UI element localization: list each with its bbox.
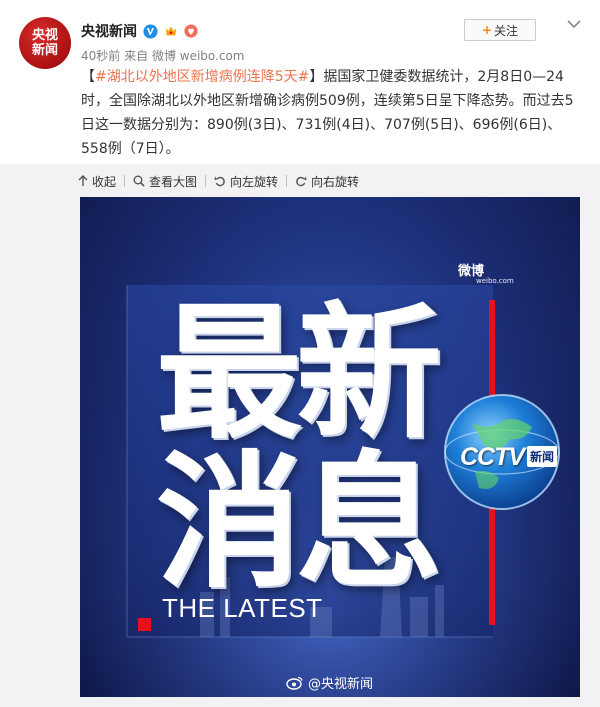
rotate-right-icon [296, 176, 307, 187]
headline-line-2: 消息 [156, 438, 442, 608]
weibo-watermark-top: 微博 weibo.com [458, 260, 514, 285]
red-accent-square [138, 618, 151, 631]
collapse-label: 收起 [92, 174, 117, 189]
avatar[interactable]: 央视 新闻 [19, 17, 71, 69]
plus-icon: + [481, 23, 493, 37]
toolbar-divider [286, 175, 288, 187]
headline-line-1: 最新 [156, 289, 442, 459]
magnifier-icon [133, 175, 145, 187]
bracket-close: 】 [309, 69, 324, 85]
cctv-logo-text: CCTV [460, 443, 525, 471]
collapse-button[interactable]: 收起 [78, 173, 116, 190]
weibo-mark-small: weibo.com [476, 277, 514, 285]
post-image[interactable]: 最新 消息 THE LATEST 微博 weibo.com CCTV 新闻 @央… [80, 197, 580, 697]
author-name[interactable]: 央视新闻 [81, 21, 137, 41]
rotate-right-label: 向右旋转 [311, 174, 360, 189]
rotate-right-button[interactable]: 向右旋转 [295, 173, 359, 190]
image-watermark: @央视新闻 [286, 673, 373, 692]
post-text: 【#湖北以外地区新增病例连降5天#】据国家卫健委数据统计，2月8日0—24时，全… [81, 65, 581, 161]
cctv-news-tag: 新闻 [527, 446, 558, 467]
author-row: 央视新闻 [81, 20, 198, 42]
toolbar-divider [124, 175, 126, 187]
watermark-text: @央视新闻 [308, 677, 374, 692]
toolbar-divider [205, 175, 207, 187]
avatar-logo-text: 央视 新闻 [31, 28, 58, 58]
weibo-eye-icon [286, 676, 303, 690]
post-source[interactable]: 微博 weibo.com [152, 49, 245, 63]
rotate-left-icon [214, 176, 225, 187]
the-latest-subtitle: THE LATEST [162, 593, 323, 623]
rotate-left-label: 向左旋转 [230, 174, 279, 189]
image-toolbar: 收起 查看大图 向左旋转 向右旋转 [78, 171, 359, 191]
post-time[interactable]: 40秒前 [81, 49, 120, 63]
collapse-arrow-icon [78, 175, 88, 186]
follow-button[interactable]: + 关注 [464, 19, 536, 41]
vip-crown-icon [165, 26, 177, 36]
topic-hashtag-link[interactable]: #湖北以外地区新增病例连降5天# [95, 69, 309, 85]
rotate-left-button[interactable]: 向左旋转 [214, 173, 278, 190]
chevron-down-icon[interactable] [566, 18, 582, 30]
post-meta: 40秒前 来自 微博 weibo.com [81, 47, 245, 64]
bracket-open: 【 [81, 69, 95, 85]
fan-badge-icon [184, 24, 198, 38]
source-prefix: 来自 [124, 49, 149, 63]
follow-label: 关注 [494, 23, 519, 38]
view-large-button[interactable]: 查看大图 [133, 173, 197, 190]
verified-badge-icon [143, 23, 158, 39]
view-large-label: 查看大图 [149, 174, 198, 189]
